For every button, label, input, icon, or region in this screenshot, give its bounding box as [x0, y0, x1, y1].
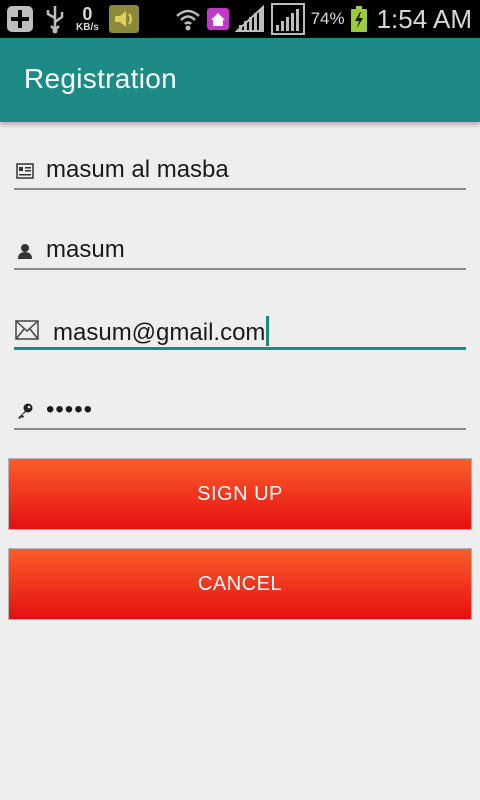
- usb-icon: [44, 4, 66, 34]
- id-card-icon: [14, 160, 36, 182]
- add-notification-icon: [6, 5, 34, 33]
- username-underline: [14, 268, 466, 270]
- email-field[interactable]: masum@gmail.com: [14, 310, 466, 350]
- envelope-icon: [14, 318, 40, 342]
- password-value: •••••: [46, 396, 94, 423]
- battery-charging-icon: [350, 6, 367, 32]
- signal-2-icon: [270, 3, 305, 35]
- email-value-wrap: masum@gmail.com: [53, 316, 270, 347]
- username-field[interactable]: masum: [14, 230, 466, 270]
- network-speed-unit: KB/s: [76, 22, 99, 33]
- sign-up-label: SIGN UP: [197, 482, 283, 505]
- key-icon: [14, 400, 36, 422]
- username-value: masum: [46, 236, 125, 263]
- cancel-button[interactable]: CANCEL: [8, 548, 472, 620]
- wifi-icon: [175, 6, 201, 32]
- clock: 1:54 AM: [376, 3, 472, 34]
- volume-icon: [108, 5, 139, 33]
- page-title: Registration: [24, 63, 178, 94]
- home-app-icon: [206, 8, 229, 30]
- password-underline: [14, 428, 466, 430]
- app-toolbar: Registration: [0, 38, 480, 122]
- person-icon: [14, 240, 36, 262]
- battery-percent: 74%: [310, 9, 345, 28]
- full-name-value: masum al masba: [46, 156, 229, 183]
- email-underline: [14, 347, 466, 350]
- email-value: masum@gmail.com: [53, 319, 266, 346]
- full-name-field[interactable]: masum al masba: [14, 150, 466, 190]
- status-bar: 0 KB/s 74% 1:54 AM: [0, 0, 480, 38]
- password-field[interactable]: •••••: [14, 390, 466, 430]
- network-speed-value: 0: [82, 4, 93, 24]
- full-name-underline: [14, 188, 466, 190]
- network-speed: 0 KB/s: [76, 5, 99, 33]
- signal-icon: [234, 5, 265, 33]
- text-cursor: [266, 316, 270, 346]
- cancel-label: CANCEL: [197, 572, 283, 595]
- sign-up-button[interactable]: SIGN UP: [8, 458, 472, 530]
